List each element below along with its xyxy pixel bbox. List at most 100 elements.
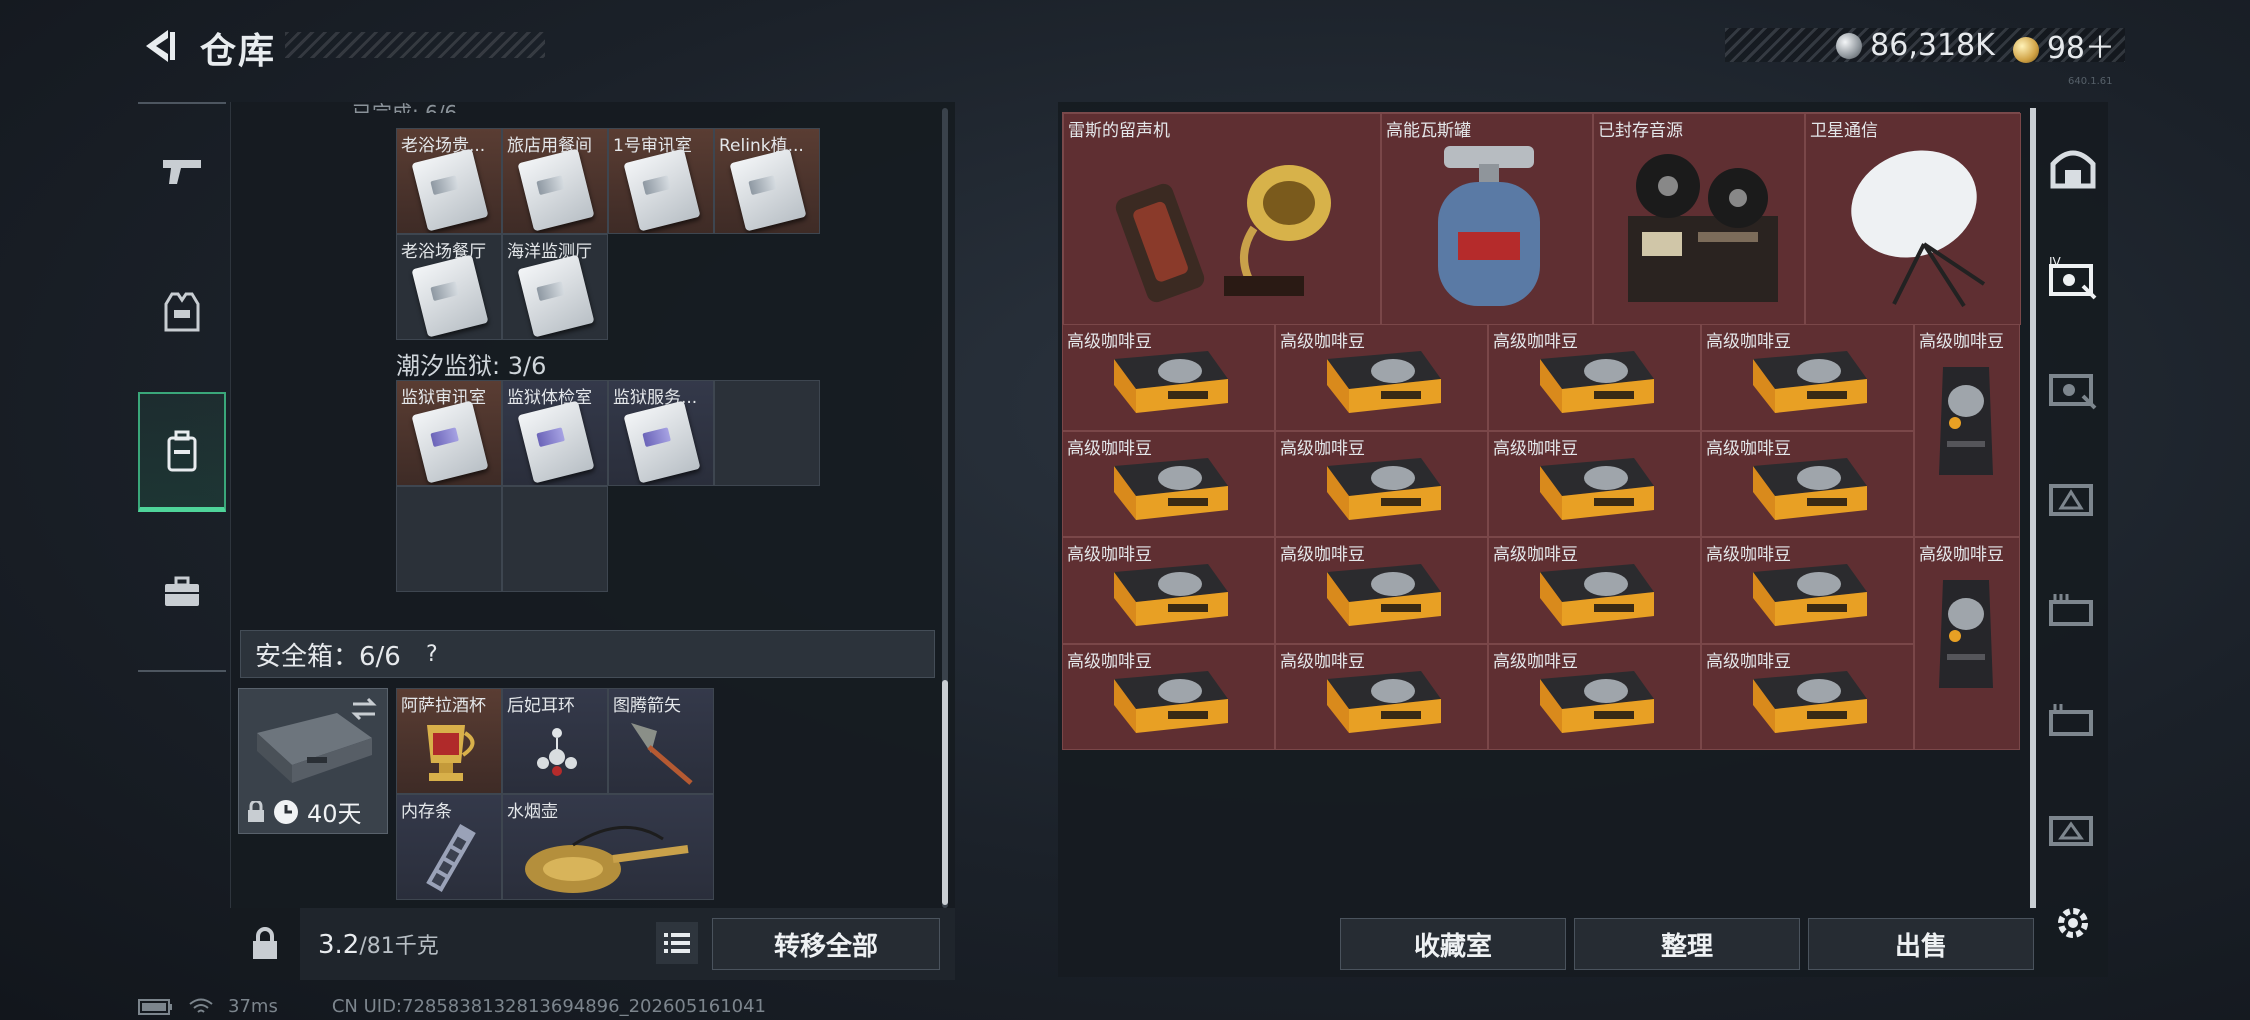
nav-backpack[interactable]: [138, 392, 226, 512]
tab-storage-4[interactable]: IV: [2040, 228, 2106, 328]
stash-item-coffee[interactable]: 高级咖啡豆: [1062, 430, 1275, 537]
stash-item-coffee[interactable]: 高级咖啡豆: [1701, 430, 1914, 537]
empty-slot[interactable]: [502, 486, 608, 592]
stash-item[interactable]: 高能瓦斯罐: [1381, 113, 1593, 325]
stash-item-coffee[interactable]: 高级咖啡豆: [1701, 537, 1914, 644]
organize-button[interactable]: 整理: [1574, 918, 1800, 970]
keycard-item[interactable]: 监狱服务...: [608, 380, 714, 486]
category-nav: [138, 102, 226, 672]
coffee-bag-icon: [1753, 670, 1867, 733]
wifi-icon: [189, 998, 213, 1013]
keycard-icon: [517, 400, 595, 484]
satellite-dish-icon: [1851, 150, 1986, 308]
safe-item[interactable]: 水烟壶: [502, 794, 714, 900]
stash-item-coffee[interactable]: 高级咖啡豆: [1488, 537, 1701, 644]
stash-item-coffee[interactable]: 高级咖啡豆: [1701, 324, 1914, 431]
backpack-icon: [167, 430, 197, 471]
coffee-bag-icon: [1753, 564, 1867, 626]
currency-bar: 86,318K 98＋: [1725, 28, 2125, 66]
keycard-icon: [411, 148, 489, 232]
coffee-bag-icon: [1327, 351, 1441, 413]
settings-button[interactable]: [2040, 890, 2106, 956]
stash-item-coffee[interactable]: 高级咖啡豆: [1062, 324, 1275, 431]
stash-item-coffee[interactable]: 高级咖啡豆: [1275, 537, 1488, 644]
empty-slot[interactable]: [396, 486, 502, 592]
nav-armor[interactable]: [138, 252, 226, 372]
keycard-item[interactable]: 监狱审讯室: [396, 380, 502, 486]
keycard-item[interactable]: 旅店用餐间: [502, 128, 608, 234]
stash-item-coffee[interactable]: 高级咖啡豆: [1488, 324, 1701, 431]
tab-storage-6[interactable]: [2040, 448, 2106, 548]
safe-item[interactable]: 阿萨拉酒杯: [396, 688, 502, 794]
version-label: 640.1.61: [2068, 76, 2113, 87]
back-button[interactable]: [135, 22, 185, 70]
safe-item[interactable]: 内存条: [396, 794, 502, 900]
keycard-item[interactable]: 老浴场餐厅: [396, 234, 502, 340]
coffee-bag-icon: [1540, 351, 1654, 413]
stash-item-coffee[interactable]: 高级咖啡豆: [1275, 324, 1488, 431]
empty-slot[interactable]: [714, 380, 820, 486]
storage-page-icon: [2049, 374, 2097, 410]
swap-icon[interactable]: [349, 697, 379, 725]
stash-scrollbar[interactable]: [2030, 108, 2036, 908]
transfer-all-button[interactable]: 转移全部: [712, 918, 940, 970]
keycard-icon: [729, 148, 807, 232]
storage-page-icon: [2049, 594, 2093, 626]
stash-item-coffee[interactable]: 高级咖啡豆: [1701, 643, 1914, 750]
keycard-item[interactable]: 1号审讯室: [608, 128, 714, 234]
stash-item[interactable]: 雷斯的留声机: [1063, 113, 1381, 325]
clock-icon: [274, 799, 298, 824]
stash-item-coffee[interactable]: 高级咖啡豆: [1062, 537, 1275, 644]
coffee-bag-icon: [1753, 457, 1867, 520]
backpack-scroll-thumb[interactable]: [942, 680, 948, 905]
stash-item-coffee[interactable]: 高级咖啡豆: [1062, 643, 1275, 750]
safe-item[interactable]: 后妃耳环: [502, 688, 608, 794]
token-balance[interactable]: 98＋: [2012, 23, 2115, 67]
keycard-icon: [411, 254, 489, 338]
tab-storage-9[interactable]: [2040, 778, 2106, 878]
keycard-item[interactable]: Relink植...: [714, 128, 820, 234]
coffee-bag-icon: [1327, 564, 1441, 626]
coin-balance: 86,318K: [1836, 28, 1995, 63]
stash-item-coffee[interactable]: 高级咖啡豆: [1275, 643, 1488, 750]
keycard-icon: [517, 254, 595, 338]
tab-storage-5[interactable]: [2040, 338, 2106, 438]
tab-storage-main[interactable]: [2040, 118, 2106, 218]
page-title: 仓库: [200, 31, 277, 72]
stash-item-coffee[interactable]: 高级咖啡豆: [1488, 430, 1701, 537]
reel-recorder-icon: [1628, 154, 1778, 302]
help-button[interactable]: ?: [417, 639, 447, 669]
ping-value: 37ms: [228, 996, 278, 1017]
collection-room-button[interactable]: 收藏室: [1340, 918, 1566, 970]
safe-box-header: 安全箱：6/6 ?: [240, 630, 935, 678]
weight-readout: 3.2/81千克: [318, 930, 439, 960]
keycard-item[interactable]: 海洋监测厅: [502, 234, 608, 340]
sell-button[interactable]: 出售: [1808, 918, 2034, 970]
keycard-icon: [623, 400, 701, 484]
stash-item[interactable]: 已封存音源: [1593, 113, 1805, 325]
status-footer: 37ms CN UID:7285838132813694896_20260516…: [138, 996, 766, 1017]
storage-page-icon: [2049, 704, 2093, 736]
tab-storage-7[interactable]: [2040, 558, 2106, 658]
svg-text:IV: IV: [2049, 256, 2062, 269]
stash-item-coffee[interactable]: 高级咖啡豆: [1275, 430, 1488, 537]
list-icon: [664, 933, 690, 953]
safe-item[interactable]: 图腾箭矢: [608, 688, 714, 794]
stash-item-coffee-tall[interactable]: 高级咖啡豆: [1914, 324, 2020, 537]
stash-item-coffee-tall[interactable]: 高级咖啡豆: [1914, 537, 2020, 750]
tab-storage-8[interactable]: [2040, 668, 2106, 768]
keycard-item[interactable]: 监狱体检室: [502, 380, 608, 486]
keycard-item[interactable]: 老浴场贵...: [396, 128, 502, 234]
safe-box-container[interactable]: 40天: [238, 688, 388, 834]
stash-item-coffee[interactable]: 高级咖啡豆: [1488, 643, 1701, 750]
storage-page-icon: [2049, 484, 2093, 516]
stash-item[interactable]: 卫星通信: [1805, 113, 2021, 325]
coffee-bag-icon: [1939, 580, 1993, 688]
nav-weapons[interactable]: [138, 112, 226, 232]
nav-supplies[interactable]: [138, 532, 226, 652]
lock-button[interactable]: [230, 908, 300, 980]
list-view-button[interactable]: [656, 922, 698, 964]
vest-icon: [164, 292, 200, 332]
storage-page-icon: IV: [2049, 256, 2097, 300]
keycard-icon: [517, 148, 595, 232]
